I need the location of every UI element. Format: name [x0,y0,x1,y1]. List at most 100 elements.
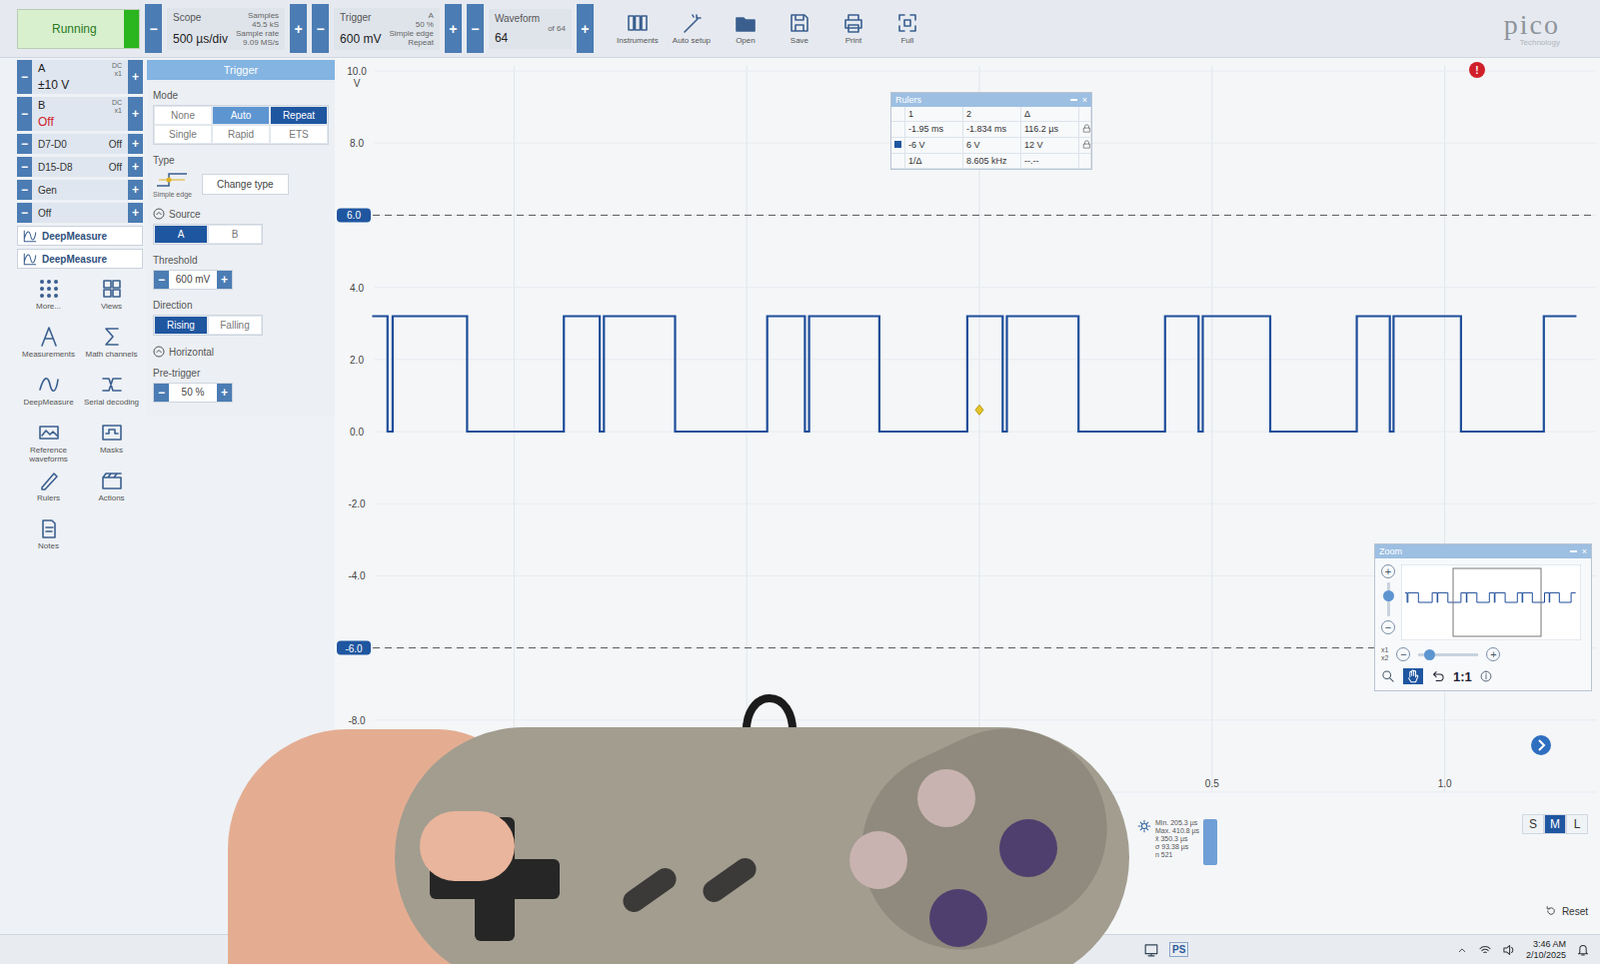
mode-button[interactable]: Single [153,124,212,144]
decrease-button[interactable]: − [16,133,32,154]
run-label[interactable]: Running [51,21,97,36]
increase-button[interactable]: + [127,96,143,131]
change-type-button[interactable]: Change type [201,173,289,195]
increase-button[interactable]: + [127,133,143,154]
generator-state-row[interactable]: −Off+ [16,202,143,223]
next-arrow-icon[interactable] [1530,734,1553,757]
toolbar-button-label[interactable]: Auto setup [672,35,711,45]
generator-row[interactable]: −Gen+ [16,179,143,200]
decrease-button[interactable]: − [144,3,162,53]
slider-knob[interactable] [1424,649,1436,661]
tool-button[interactable]: Serial decoding [79,373,143,418]
mode-button[interactable]: Auto [211,105,270,125]
section-label[interactable]: Horizontal [168,346,214,358]
run-button[interactable]: Running [16,8,140,49]
pan-tool[interactable] [1403,668,1424,685]
tool-button[interactable]: Notes [16,517,80,562]
timebase-control-value[interactable]: 500 µs/div [172,31,228,46]
increase-button[interactable]: + [127,59,143,94]
decrease-button[interactable]: − [16,96,32,131]
decrease-button[interactable]: − [153,383,169,402]
threshold-spinner[interactable]: −600 mV+ [152,269,233,290]
mode-button[interactable]: None [153,105,212,125]
toolbar-button[interactable]: Full [882,11,933,45]
channel-range[interactable]: Off [37,114,122,129]
horizontal-zoom-slider[interactable] [1418,653,1479,657]
deepmeasure-item[interactable]: DeepMeasure [16,248,143,269]
close-button[interactable]: × [1082,94,1088,105]
pretrigger-spinner-value[interactable]: 50 % [168,383,217,402]
tool-button[interactable]: Reference waveforms [16,421,80,466]
source-selector-option[interactable]: B [207,224,262,244]
picoscope-taskbar-button[interactable]: PS [1169,942,1189,958]
trigger-control[interactable]: Trigger600 mVA50 %Simple edgeRepeat [333,7,440,50]
decrease-button[interactable]: − [466,3,484,53]
tool-button[interactable]: Rulers [16,469,80,514]
tool-label[interactable]: Actions [97,493,124,503]
deepmeasure-item[interactable]: DeepMeasure [16,225,143,246]
vertical-zoom-slider[interactable] [1387,582,1391,617]
toolbar-button-label[interactable]: Print [845,35,862,45]
reset-button[interactable]: Reset [1545,905,1589,918]
tool-button[interactable]: Measurements [16,325,80,370]
tool-button[interactable]: More... [16,277,80,322]
ruler-marker[interactable]: 6.0 [336,207,1597,222]
collapse-toggle[interactable]: Source [152,207,329,220]
tool-label[interactable]: Math channels [84,349,137,359]
zoom-reset-button[interactable]: 1:1 [1453,669,1473,685]
increase-button[interactable]: + [127,156,143,177]
trigger-type[interactable]: Simple edge [152,169,192,198]
waveform-control-value[interactable]: 64 [494,30,540,45]
digital-row[interactable]: −D7-D0Off+ [16,133,143,154]
zoom-in-button[interactable]: + [1381,564,1396,579]
trigger-control-value[interactable]: 600 mV [339,31,381,46]
channel-row[interactable]: −ADCx1±10 V+ [16,59,143,94]
increase-button[interactable]: + [576,3,594,53]
mode-button[interactable]: Rapid [211,124,270,144]
channel-row[interactable]: −BDCx1Off+ [16,96,143,131]
tool-button[interactable]: Math channels [79,325,143,370]
toolbar-button[interactable]: Save [774,11,825,45]
tool-label[interactable]: DeepMeasure [22,397,73,407]
tool-button[interactable]: DeepMeasure [16,373,80,418]
size-button[interactable]: L [1566,814,1589,835]
zoom-out-button[interactable]: − [1381,620,1396,635]
horizontal-zoom-out[interactable]: − [1396,647,1411,662]
toolbar-button[interactable]: Print [828,11,879,45]
toolbar-button[interactable]: Auto setup [666,11,717,45]
direction-selector-option[interactable]: Rising [153,315,208,335]
increase-button[interactable]: + [127,179,143,200]
increase-button[interactable]: + [289,3,307,53]
toolbar-button-label[interactable]: Full [900,35,914,45]
decrease-button[interactable]: − [16,202,32,223]
minimize-icon[interactable] [1070,98,1078,101]
channel-range[interactable]: ±10 V [37,77,122,92]
timebase-control[interactable]: Scope500 µs/divSamples45.5 kSSample rate… [166,7,285,50]
minimize-icon[interactable] [1570,550,1578,553]
section-label[interactable]: Source [168,208,201,220]
waveform-control[interactable]: Waveform64of 64 [488,8,572,49]
tool-label[interactable]: Serial decoding [83,397,139,407]
deepmeasure-label[interactable]: DeepMeasure [41,253,107,265]
taskbar-app[interactable] [1139,938,1164,963]
threshold-spinner-value[interactable]: 600 mV [168,270,217,289]
increase-button[interactable]: + [127,202,143,223]
reset-label[interactable]: Reset [1562,906,1589,918]
toolbar-button[interactable]: Instruments [612,11,663,45]
tool-label[interactable]: Measurements [21,349,75,359]
direction-selector-option[interactable]: Falling [207,315,262,335]
trigger-marker-icon[interactable] [975,404,984,415]
size-button[interactable]: S [1522,814,1545,835]
decrease-button[interactable]: − [16,156,32,177]
tool-label[interactable]: Rulers [36,493,60,503]
tool-button[interactable]: Views [79,277,143,322]
increase-button[interactable]: + [216,270,232,289]
toolbar-button-label[interactable]: Open [735,35,756,45]
toolbar-button[interactable]: Open [720,11,771,45]
digital-row[interactable]: −D15-D8Off+ [16,156,143,177]
clock[interactable]: 3:46 AM2/10/2025 [1526,939,1567,962]
close-button[interactable]: × [1582,546,1588,557]
tool-button[interactable]: Actions [79,469,143,514]
decrease-button[interactable]: − [16,179,32,200]
increase-button[interactable]: + [216,383,232,402]
